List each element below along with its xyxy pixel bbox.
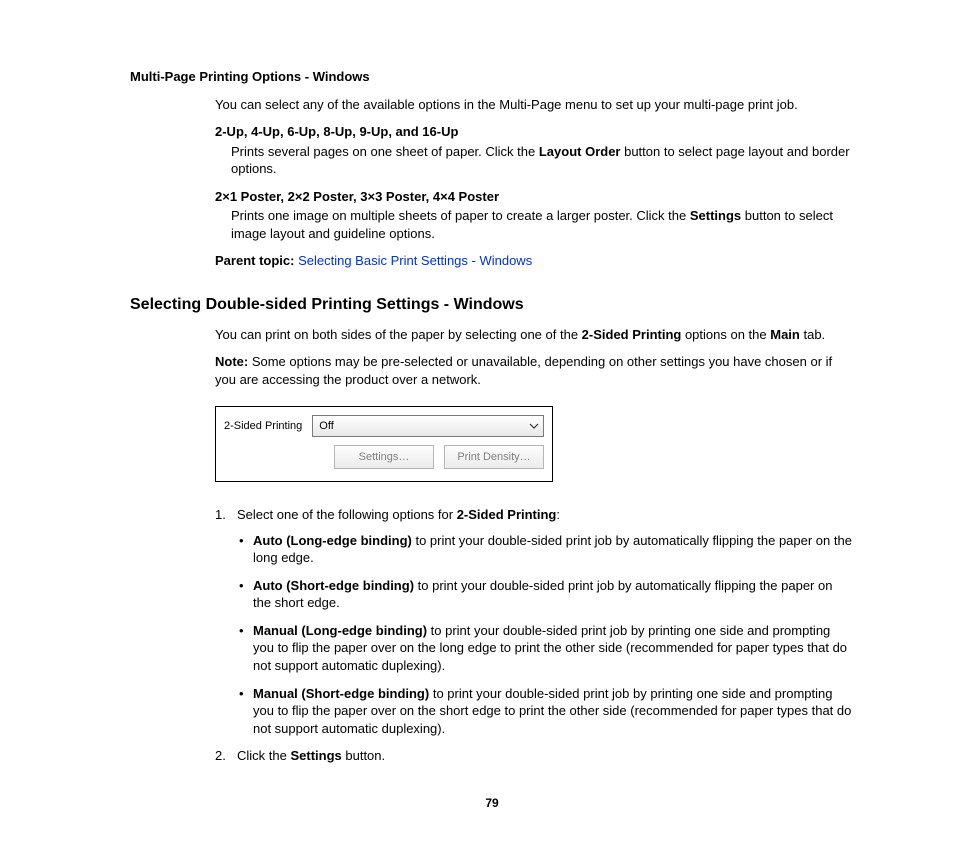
list-item: Manual (Long-edge binding) to print your… bbox=[237, 622, 854, 675]
chevron-down-icon bbox=[529, 421, 539, 431]
option-def-poster: Prints one image on multiple sheets of p… bbox=[231, 207, 854, 242]
inline-bold: 2-Sided Printing bbox=[457, 507, 557, 522]
inline-bold: 2-Sided Printing bbox=[582, 327, 682, 342]
option-term: Manual (Long-edge binding) bbox=[253, 623, 427, 638]
inline-bold: Main bbox=[770, 327, 800, 342]
ds-intro: You can print on both sides of the paper… bbox=[215, 326, 854, 344]
figure-field-label: 2-Sided Printing bbox=[224, 419, 302, 434]
list-item: Auto (Short-edge binding) to print your … bbox=[237, 577, 854, 612]
option-term: Manual (Short-edge binding) bbox=[253, 686, 429, 701]
list-item: Auto (Long-edge binding) to print your d… bbox=[237, 532, 854, 567]
step-1-options: Auto (Long-edge binding) to print your d… bbox=[237, 532, 854, 737]
page-number: 79 bbox=[130, 795, 854, 811]
parent-topic-link[interactable]: Selecting Basic Print Settings - Windows bbox=[298, 253, 532, 268]
intro-paragraph: You can select any of the available opti… bbox=[215, 96, 854, 114]
section-heading-doublesided: Selecting Double-sided Printing Settings… bbox=[130, 294, 854, 316]
text: options on the bbox=[681, 327, 770, 342]
step-2: Click the Settings button. bbox=[215, 747, 854, 765]
text: You can print on both sides of the paper… bbox=[215, 327, 582, 342]
list-item: Manual (Short-edge binding) to print you… bbox=[237, 685, 854, 738]
text: Prints one image on multiple sheets of p… bbox=[231, 208, 690, 223]
text: Prints several pages on one sheet of pap… bbox=[231, 144, 539, 159]
option-term-poster: 2×1 Poster, 2×2 Poster, 3×3 Poster, 4×4 … bbox=[215, 188, 854, 206]
section-heading-multipage: Multi-Page Printing Options - Windows bbox=[130, 68, 854, 86]
steps-list: Select one of the following options for … bbox=[215, 506, 854, 765]
text: Click the bbox=[237, 748, 290, 763]
note-text: Some options may be pre-selected or unav… bbox=[215, 354, 832, 387]
text: tab. bbox=[800, 327, 825, 342]
text: Select one of the following options for bbox=[237, 507, 457, 522]
inline-bold: Layout Order bbox=[539, 144, 621, 159]
inline-bold: Settings bbox=[290, 748, 341, 763]
option-def-nup: Prints several pages on one sheet of pap… bbox=[231, 143, 854, 178]
inline-bold: Settings bbox=[690, 208, 741, 223]
combo-2sided-printing[interactable]: Off bbox=[312, 415, 544, 437]
figure-2sided-panel: 2-Sided Printing Off Settings… Print Den… bbox=[215, 406, 553, 482]
text: button. bbox=[342, 748, 385, 763]
note-label: Note: bbox=[215, 354, 248, 369]
combo-value: Off bbox=[319, 419, 333, 434]
parent-topic-line: Parent topic: Selecting Basic Print Sett… bbox=[215, 252, 854, 270]
figure-print-density-button[interactable]: Print Density… bbox=[444, 445, 544, 469]
text: : bbox=[556, 507, 560, 522]
ds-note: Note: Some options may be pre-selected o… bbox=[215, 353, 854, 388]
step-1: Select one of the following options for … bbox=[215, 506, 854, 737]
option-term: Auto (Short-edge binding) bbox=[253, 578, 414, 593]
option-term: Auto (Long-edge binding) bbox=[253, 533, 412, 548]
option-term-nup: 2-Up, 4-Up, 6-Up, 8-Up, 9-Up, and 16-Up bbox=[215, 123, 854, 141]
figure-settings-button[interactable]: Settings… bbox=[334, 445, 434, 469]
parent-topic-label: Parent topic: bbox=[215, 253, 294, 268]
